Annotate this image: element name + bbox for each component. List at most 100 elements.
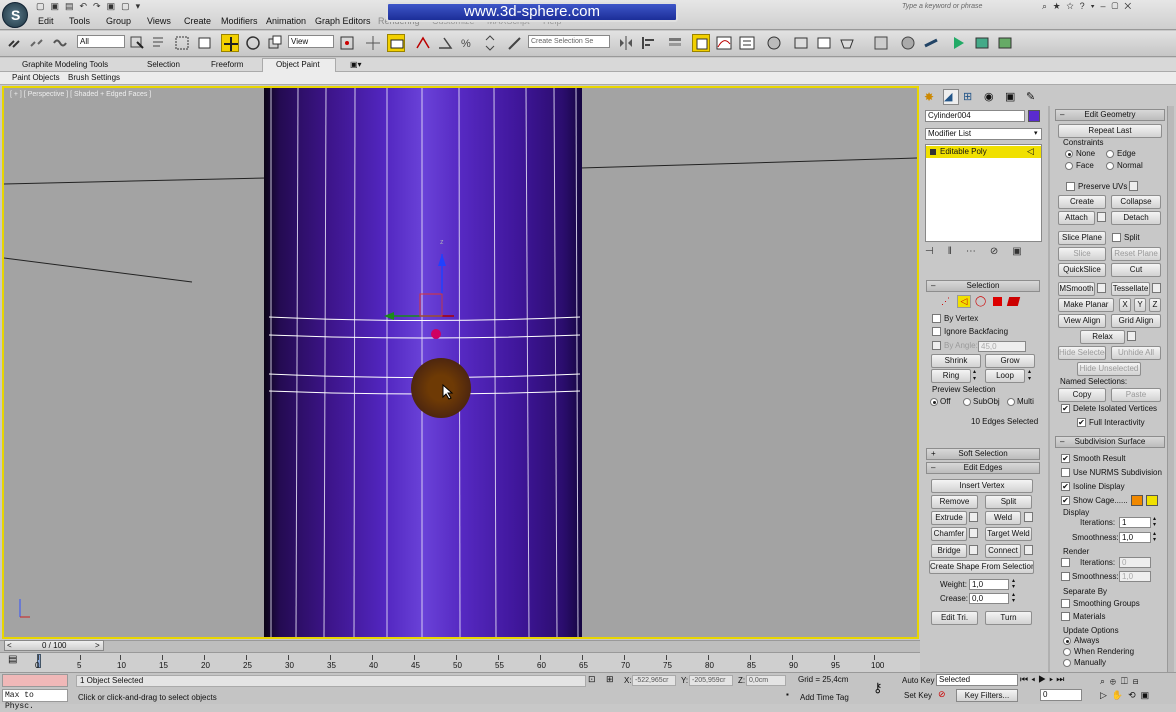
collapse-button[interactable]: Collapse (1111, 195, 1161, 209)
scale-icon[interactable] (266, 34, 284, 52)
split-checkbox[interactable] (1112, 233, 1121, 242)
app-logo-icon[interactable]: S (2, 2, 28, 28)
extra-tool-icon-6[interactable] (996, 34, 1014, 52)
repeat-last-button[interactable]: Repeat Last (1058, 124, 1162, 138)
selection-filter-dropdown[interactable]: All (77, 35, 125, 48)
update-when-rendering-radio[interactable] (1063, 648, 1071, 656)
transform-gizmo[interactable]: z (374, 236, 464, 346)
ring-spinner-icon[interactable]: ▴ ▾ (973, 369, 980, 383)
select-object-icon[interactable] (128, 34, 146, 52)
quickslice-button[interactable]: QuickSlice (1058, 263, 1106, 277)
object-name-field[interactable]: Cylinder004 (925, 110, 1025, 122)
menu-graph-editors[interactable]: Graph Editors (315, 16, 371, 26)
target-weld-button[interactable]: Target Weld (985, 527, 1032, 541)
split-edge-button[interactable]: Split (985, 495, 1032, 509)
rect-selection-icon[interactable] (173, 34, 191, 52)
by-vertex-checkbox[interactable] (932, 314, 941, 323)
grid-align-button[interactable]: Grid Align (1111, 314, 1161, 328)
menu-edit[interactable]: Edit (38, 16, 54, 26)
iterations-spinner-arrows[interactable]: ▴ ▾ (1153, 516, 1160, 528)
layer-manager-icon[interactable] (666, 34, 684, 52)
extrude-settings-icon[interactable] (969, 512, 978, 522)
render-smoothness-spinner[interactable]: 1,0 (1119, 571, 1151, 582)
smooth-result-checkbox[interactable]: ✔ (1061, 454, 1070, 463)
ribbon-brush-settings[interactable]: Brush Settings (68, 73, 120, 83)
msmooth-button[interactable]: MSmooth (1058, 282, 1095, 296)
menu-tools[interactable]: Tools (69, 16, 90, 26)
schematic-view-icon[interactable] (738, 34, 756, 52)
update-manually-radio[interactable] (1063, 659, 1071, 667)
chamfer-button[interactable]: Chamfer (931, 527, 967, 541)
shrink-button[interactable]: Shrink (931, 354, 981, 368)
crease-spinner[interactable]: 0,0 (969, 593, 1009, 604)
x-coord-field[interactable]: -522,965cr (632, 675, 676, 686)
bridge-settings-icon[interactable] (969, 545, 978, 555)
delete-isolated-checkbox[interactable]: ✔ (1061, 404, 1070, 413)
loop-button[interactable]: Loop (985, 369, 1025, 383)
align-icon[interactable] (640, 34, 658, 52)
search-input[interactable]: Type a keyword or phrase (902, 3, 1034, 14)
time-slider-track[interactable] (0, 640, 920, 652)
turn-button[interactable]: Turn (985, 611, 1032, 625)
keyboard-shortcut-icon[interactable] (387, 34, 405, 52)
selection-rollout-header[interactable]: – Selection (926, 280, 1040, 292)
absolute-mode-icon[interactable]: ⊞ (606, 674, 618, 686)
material-editor-icon[interactable] (765, 34, 783, 52)
set-keys-icon[interactable]: ⊘ (938, 689, 952, 701)
edit-tri-button[interactable]: Edit Tri. (931, 611, 978, 625)
cut-button[interactable]: Cut (1111, 263, 1161, 277)
render-smoothness-checkbox[interactable] (1061, 572, 1070, 581)
angle-snap-icon[interactable] (436, 34, 454, 52)
connect-button[interactable]: Connect (985, 544, 1021, 558)
menu-animation[interactable]: Animation (266, 16, 306, 26)
cage-color-swatch-1[interactable] (1131, 495, 1143, 506)
angle-spinner[interactable]: 45,0 (978, 341, 1026, 352)
curve-editor-icon[interactable] (715, 34, 733, 52)
weight-spinner[interactable]: 1,0 (969, 579, 1009, 590)
set-key-button[interactable]: Set Key (904, 691, 932, 701)
subobj-vertex-icon[interactable]: ⋰ (941, 296, 953, 308)
paste-button[interactable]: Paste (1111, 388, 1161, 402)
ribbon-paint-objects[interactable]: Paint Objects (12, 73, 60, 83)
key-filters-button[interactable]: Key Filters... (956, 689, 1018, 702)
edit-edges-rollout-header[interactable]: – Edit Edges (926, 462, 1040, 474)
edit-named-sel-icon[interactable] (506, 34, 524, 52)
grow-button[interactable]: Grow (985, 354, 1035, 368)
relax-settings-icon[interactable] (1127, 331, 1136, 341)
ribbon-tab-object-paint[interactable]: Object Paint (262, 58, 336, 72)
subobj-border-icon[interactable]: ◯ (975, 296, 987, 308)
render-production-icon[interactable] (838, 34, 856, 52)
create-shape-button[interactable]: Create Shape From Selection (929, 560, 1034, 574)
perspective-viewport[interactable]: [ + ] [ Perspective ] [ Shaded + Edged F… (2, 86, 919, 639)
weld-button[interactable]: Weld (985, 511, 1021, 525)
chamfer-settings-icon[interactable] (969, 528, 978, 538)
bind-spacewarp-icon[interactable] (52, 34, 70, 52)
update-always-radio[interactable] (1063, 637, 1071, 645)
ignore-backfacing-checkbox[interactable] (932, 327, 941, 336)
attach-button[interactable]: Attach (1058, 211, 1095, 225)
use-nurms-checkbox[interactable] (1061, 468, 1070, 477)
render-iterations-spinner[interactable]: 0 (1119, 557, 1151, 568)
extrude-button[interactable]: Extrude (931, 511, 967, 525)
preview-multi-radio[interactable] (1007, 398, 1015, 406)
materials-checkbox[interactable] (1061, 612, 1070, 621)
maxscript-listener[interactable]: Max to Physc. (2, 689, 68, 711)
panel-scrollbar[interactable] (1167, 106, 1174, 672)
z-coord-field[interactable]: 0,0cm (746, 675, 786, 686)
time-slider-handle[interactable]: 0 / 100 < > (4, 640, 104, 651)
extra-tool-icon-1[interactable] (872, 34, 890, 52)
ribbon-tab-selection[interactable]: Selection (147, 60, 180, 70)
ribbon-options-icon[interactable]: ▣▾ (350, 60, 368, 70)
subobj-polygon-icon[interactable] (993, 297, 1002, 306)
ring-button[interactable]: Ring (931, 369, 971, 383)
ribbon-tab-graphite[interactable]: Graphite Modeling Tools (22, 60, 108, 70)
create-button[interactable]: Create (1058, 195, 1106, 209)
smoothness-spinner-arrows[interactable]: ▴ ▾ (1153, 531, 1160, 543)
select-by-name-icon[interactable] (150, 34, 168, 52)
preview-off-radio[interactable] (930, 398, 938, 406)
hide-unselected-button[interactable]: Hide Unselected (1077, 362, 1141, 376)
percent-snap-icon[interactable]: % (458, 34, 476, 52)
slice-plane-button[interactable]: Slice Plane (1058, 231, 1106, 245)
preview-subobj-radio[interactable] (963, 398, 971, 406)
subdivision-rollout-header[interactable]: – Subdivision Surface (1055, 436, 1165, 448)
